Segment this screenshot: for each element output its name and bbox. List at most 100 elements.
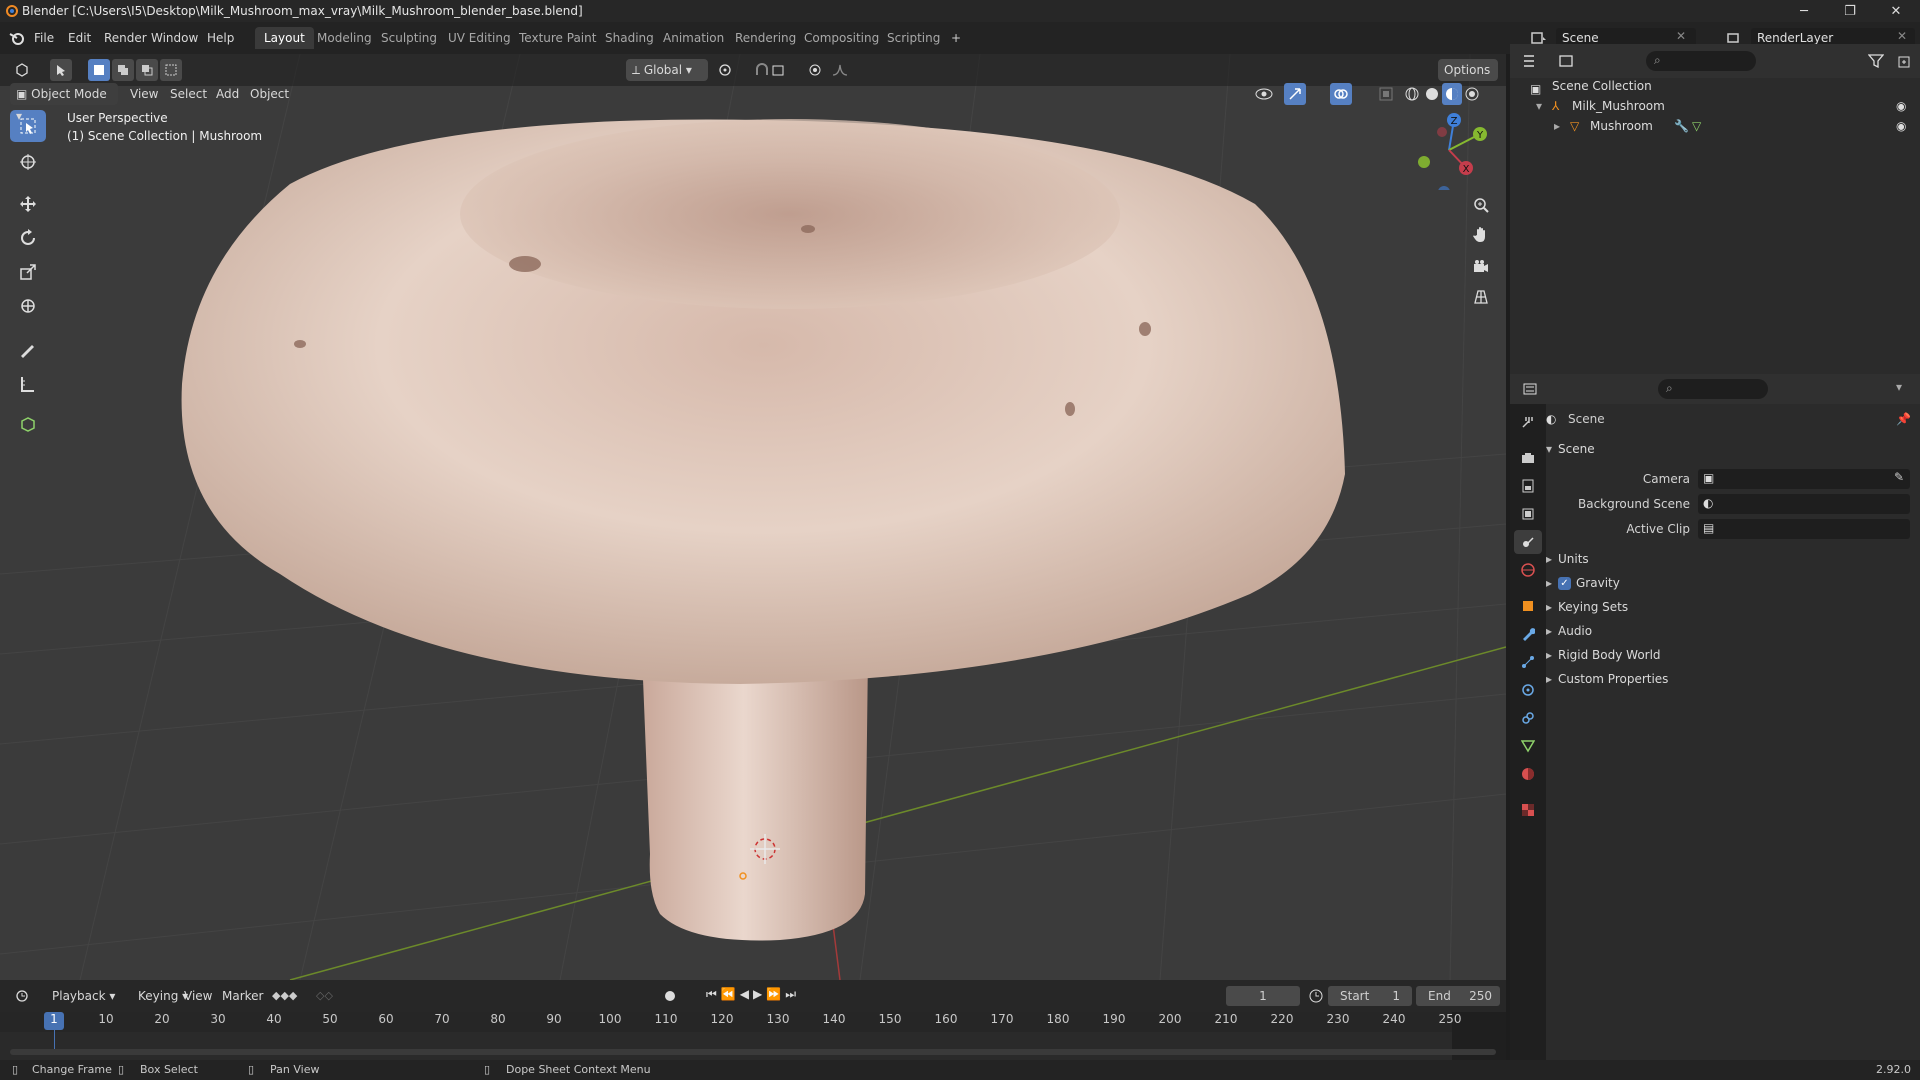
- camera-view-icon[interactable]: [1466, 252, 1496, 282]
- tab-layout[interactable]: Layout: [255, 27, 314, 49]
- select-mode-icon[interactable]: [50, 59, 72, 81]
- timeline-menu-view[interactable]: View: [178, 985, 218, 1007]
- options-dropdown[interactable]: Options ▾: [1438, 59, 1498, 99]
- menu-render[interactable]: Render: [104, 28, 147, 48]
- outliner-row-milk-mushroom[interactable]: ▾ ⅄ Milk_Mushroom ◉: [1510, 96, 1920, 116]
- keying-sets-panel-header[interactable]: ▸ Keying Sets: [1546, 596, 1920, 618]
- viewport-menu-select[interactable]: Select: [164, 83, 213, 105]
- navigation-gizmo[interactable]: Z Y X: [1404, 110, 1494, 190]
- select-subtract-icon[interactable]: [136, 59, 158, 81]
- gravity-panel-header[interactable]: ▸ ✓ Gravity: [1546, 572, 1920, 594]
- prev-keyframe-icon[interactable]: ⏪: [721, 987, 736, 1005]
- rigid-body-world-panel-header[interactable]: ▸ Rigid Body World: [1546, 644, 1920, 666]
- viewport-menu-add[interactable]: Add: [210, 83, 245, 105]
- texture-tab-icon[interactable]: [1514, 798, 1542, 822]
- add-cube-tool[interactable]: [10, 408, 46, 440]
- solid-shading-icon[interactable]: [1422, 83, 1442, 105]
- maximize-button[interactable]: ❐: [1827, 0, 1873, 22]
- auto-keying-record-icon[interactable]: [662, 988, 678, 1004]
- object-tab-icon[interactable]: [1514, 594, 1542, 618]
- play-icon[interactable]: ▶: [753, 987, 762, 1005]
- properties-options-icon[interactable]: ▾: [1896, 380, 1902, 394]
- active-clip-field[interactable]: ▤: [1698, 519, 1910, 539]
- annotate-tool[interactable]: [10, 334, 46, 366]
- falloff-icon[interactable]: [828, 60, 852, 80]
- tool-tab-icon[interactable]: [1514, 410, 1542, 434]
- end-frame-field[interactable]: End 250: [1416, 986, 1500, 1006]
- world-tab-icon[interactable]: [1514, 558, 1542, 582]
- tab-modeling[interactable]: Modeling: [308, 27, 381, 49]
- timeline-menu-marker[interactable]: Marker: [216, 985, 269, 1007]
- tab-texture-paint[interactable]: Texture Paint: [510, 27, 605, 49]
- filter-icon[interactable]: [1862, 51, 1890, 71]
- jump-start-icon[interactable]: ⏮: [706, 987, 717, 1005]
- pivot-point-icon[interactable]: [712, 60, 742, 80]
- select-new-icon[interactable]: [88, 59, 110, 81]
- units-panel-header[interactable]: ▸ Units: [1546, 548, 1920, 570]
- outliner-editor-type-icon[interactable]: [1518, 51, 1544, 71]
- mesh-data-icon[interactable]: ▽: [1692, 116, 1701, 136]
- measure-tool[interactable]: [10, 368, 46, 400]
- rotate-tool[interactable]: [10, 222, 46, 254]
- physics-tab-icon[interactable]: [1514, 678, 1542, 702]
- keyframe-icon[interactable]: ◆◆◆: [272, 989, 297, 1002]
- collapse-arrow-icon[interactable]: ▸: [1554, 116, 1560, 136]
- select-intersect-icon[interactable]: [160, 59, 182, 81]
- wireframe-shading-icon[interactable]: [1402, 83, 1422, 105]
- constraints-tab-icon[interactable]: [1514, 706, 1542, 730]
- next-keyframe-icon[interactable]: ⏩: [766, 987, 781, 1005]
- blender-menu-icon[interactable]: [8, 29, 26, 47]
- move-tool[interactable]: [10, 188, 46, 220]
- tab-scripting[interactable]: Scripting: [878, 27, 949, 49]
- particles-tab-icon[interactable]: [1514, 650, 1542, 674]
- eyedropper-icon[interactable]: ✎: [1894, 470, 1904, 484]
- new-collection-icon[interactable]: [1894, 51, 1916, 71]
- preview-range-clock-icon[interactable]: [1308, 988, 1324, 1004]
- editor-type-icon[interactable]: [10, 60, 38, 80]
- viewport-menu-view[interactable]: View: [124, 83, 164, 105]
- renderlayer-remove-icon[interactable]: ✕: [1897, 29, 1907, 43]
- tab-compositing[interactable]: Compositing: [795, 27, 888, 49]
- display-mode-icon[interactable]: [1554, 51, 1580, 71]
- visibility-eye-icon[interactable]: ◉: [1896, 96, 1906, 116]
- overlays-toggle-icon[interactable]: [1330, 83, 1352, 105]
- material-tab-icon[interactable]: [1514, 762, 1542, 786]
- play-reverse-icon[interactable]: ◀: [740, 987, 749, 1005]
- scene-panel-header[interactable]: ▾ Scene: [1546, 438, 1920, 460]
- visibility-filter-icon[interactable]: [1250, 84, 1278, 104]
- proportional-edit-icon[interactable]: [804, 60, 826, 80]
- pin-icon[interactable]: 📌: [1896, 408, 1911, 430]
- background-scene-field[interactable]: ◐: [1698, 494, 1910, 514]
- transform-orientation-dropdown[interactable]: ⟂ Global ▾: [626, 59, 708, 81]
- gravity-checkbox[interactable]: ✓: [1558, 577, 1571, 590]
- menu-edit[interactable]: Edit: [68, 28, 91, 48]
- ortho-grid-icon[interactable]: [1466, 282, 1496, 312]
- transform-tool[interactable]: [10, 290, 46, 322]
- mode-dropdown[interactable]: ▣ Object Mode ▾: [10, 83, 118, 123]
- scene-remove-icon[interactable]: ✕: [1676, 29, 1686, 43]
- current-frame-field[interactable]: 1: [1226, 986, 1300, 1006]
- tab-shading[interactable]: Shading: [596, 27, 663, 49]
- rendered-shading-icon[interactable]: [1462, 83, 1482, 105]
- snap-icon[interactable]: [748, 60, 798, 80]
- properties-editor-type-icon[interactable]: [1518, 379, 1544, 399]
- select-extend-icon[interactable]: [112, 59, 134, 81]
- data-tab-icon[interactable]: [1514, 734, 1542, 758]
- outliner-search-input[interactable]: ⌕: [1646, 51, 1756, 71]
- menu-help[interactable]: Help: [207, 28, 234, 48]
- render-tab-icon[interactable]: [1514, 446, 1542, 470]
- timeline-menu-playback[interactable]: Playback ▾: [46, 985, 121, 1007]
- custom-properties-panel-header[interactable]: ▸ Custom Properties: [1546, 668, 1920, 690]
- outliner-row-scene-collection[interactable]: ▣ Scene Collection: [1510, 76, 1920, 96]
- xray-toggle-icon[interactable]: [1376, 84, 1396, 104]
- camera-field[interactable]: ▣ ✎: [1698, 469, 1910, 489]
- audio-panel-header[interactable]: ▸ Audio: [1546, 620, 1920, 642]
- properties-search-input[interactable]: ⌕: [1658, 379, 1768, 399]
- timeline-scrollbar[interactable]: [10, 1049, 1496, 1055]
- menu-file[interactable]: File: [34, 28, 54, 48]
- scale-tool[interactable]: [10, 256, 46, 288]
- cursor-tool[interactable]: [10, 146, 46, 178]
- 3d-viewport[interactable]: User Perspective (1) Scene Collection | …: [0, 54, 1506, 980]
- gizmo-toggle-icon[interactable]: [1284, 83, 1306, 105]
- minimize-button[interactable]: ─: [1781, 0, 1827, 22]
